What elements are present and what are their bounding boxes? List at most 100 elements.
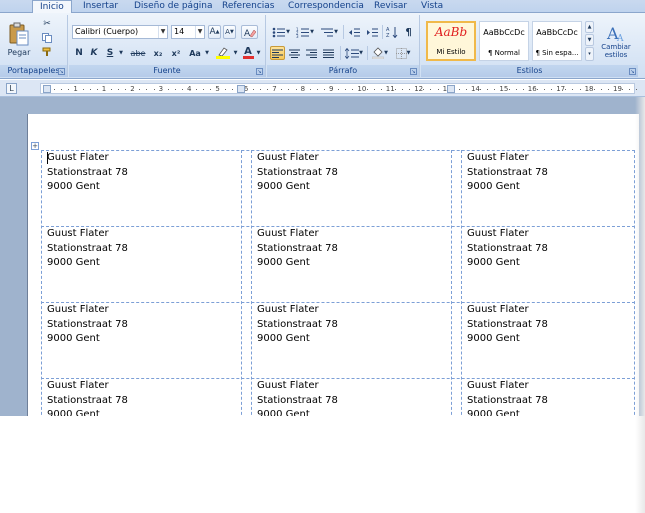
font-launcher-icon[interactable]: ↘: [256, 68, 263, 75]
ruler-tick: [345, 89, 347, 90]
styles-launcher-icon[interactable]: ↘: [629, 68, 636, 75]
underline-button[interactable]: S: [104, 46, 116, 60]
label-name: Guust Flater: [257, 152, 319, 163]
font-name-field[interactable]: Calibri (Cuerpo) ▼: [72, 25, 168, 39]
table-move-handle-icon[interactable]: +: [31, 142, 39, 150]
ruler-tick: [267, 89, 269, 90]
label-city: 9000 Gent: [467, 257, 520, 268]
bold-button[interactable]: N: [73, 46, 85, 60]
paste-icon: [9, 22, 29, 45]
style-normal[interactable]: AaBbCcDc ¶ Normal: [479, 21, 529, 61]
document-workspace: + Guust Flater Stationstraat 78 9000 Gent G…: [0, 97, 645, 513]
justify-button[interactable]: [321, 46, 336, 60]
superscript-button[interactable]: x²: [169, 46, 183, 60]
tab-selector-icon[interactable]: L: [6, 83, 17, 94]
ruler-tick: [89, 89, 91, 90]
ruler-tick: [629, 89, 631, 90]
subscript-button[interactable]: x₂: [151, 46, 165, 60]
tab-insertar[interactable]: Insertar: [83, 0, 118, 13]
ruler-column-marker[interactable]: [447, 85, 455, 93]
highlight-button[interactable]: [214, 46, 232, 60]
label-cell[interactable]: Guust Flater Stationstraat 78 9000 Gent: [47, 227, 237, 271]
cut-button[interactable]: ✂: [40, 18, 54, 30]
change-case-button[interactable]: Aa: [187, 46, 203, 60]
tab-vista[interactable]: Vista: [421, 0, 443, 13]
styles-more-button[interactable]: ▾: [585, 47, 594, 61]
font-size-field[interactable]: 14 ▼: [171, 25, 205, 39]
tab-inicio[interactable]: Inicio: [32, 0, 72, 14]
borders-icon: [395, 47, 407, 59]
label-cell[interactable]: Guust Flater Stationstraat 78 9000 Gent: [257, 379, 447, 416]
increase-indent-button[interactable]: [364, 25, 380, 39]
pilcrow-icon: ¶: [405, 26, 412, 38]
ruler-number: 18: [584, 85, 594, 93]
label-city: 9000 Gent: [257, 181, 310, 192]
change-styles-button[interactable]: AA Cambiar estilos: [597, 19, 635, 63]
style-sin-espaciado[interactable]: AaBbCcDc ¶ Sin espa...: [532, 21, 582, 61]
tab-revisar[interactable]: Revisar: [374, 0, 407, 13]
tab-referencias[interactable]: Referencias: [222, 0, 275, 13]
chevron-down-icon[interactable]: ▼: [232, 46, 239, 60]
chevron-down-icon[interactable]: ▼: [255, 46, 262, 60]
label-city: 9000 Gent: [257, 409, 310, 416]
grow-font-button[interactable]: A ▲: [208, 25, 221, 39]
decrease-indent-button[interactable]: [346, 25, 362, 39]
label-cell[interactable]: Guust Flater Stationstraat 78 9000 Gent: [257, 303, 447, 347]
label-cell[interactable]: Guust Flater Stationstraat 78 9000 Gent: [47, 303, 237, 347]
ruler-column-marker[interactable]: [43, 85, 51, 93]
strikethrough-button[interactable]: abe: [129, 46, 147, 60]
label-cell[interactable]: Guust Flater Stationstraat 78 9000 Gent: [257, 151, 447, 195]
label-cell[interactable]: Guust Flater Stationstraat 78 9000 Gent: [47, 379, 237, 416]
show-marks-button[interactable]: ¶: [401, 25, 416, 39]
label-cell[interactable]: Guust Flater Stationstraat 78 9000 Gent: [467, 227, 639, 271]
chevron-down-icon[interactable]: ▼: [203, 46, 211, 60]
font-color-button[interactable]: A: [241, 46, 255, 60]
label-cell[interactable]: Guust Flater Stationstraat 78 9000 Gent: [467, 151, 639, 195]
label-cell[interactable]: Guust Flater Stationstraat 78 9000 Gent: [47, 151, 237, 195]
bullets-button[interactable]: ▼: [270, 25, 292, 39]
borders-button[interactable]: ▼: [392, 46, 414, 60]
style-mi-estilo[interactable]: AaBb Mi Estilo: [426, 21, 476, 61]
ruler-column-marker[interactable]: [237, 85, 245, 93]
chevron-down-icon[interactable]: ▼: [158, 26, 167, 38]
align-left-button[interactable]: [270, 46, 285, 60]
label-cell[interactable]: Guust Flater Stationstraat 78 9000 Gent: [467, 303, 639, 347]
clipboard-launcher-icon[interactable]: ↘: [58, 68, 65, 75]
clear-format-button[interactable]: A: [241, 25, 258, 39]
tab-diseno-de-pagina[interactable]: Diseño de página: [134, 0, 213, 13]
document-page[interactable]: + Guust Flater Stationstraat 78 9000 Gent G…: [27, 114, 639, 416]
format-painter-button[interactable]: [40, 46, 54, 58]
align-right-button[interactable]: [304, 46, 319, 60]
sort-button[interactable]: AZ: [384, 25, 399, 39]
paste-button[interactable]: Pegar: [2, 17, 36, 61]
ruler-number: 3: [158, 85, 164, 93]
italic-button[interactable]: K: [88, 46, 100, 60]
label-city: 9000 Gent: [467, 181, 520, 192]
numbering-button[interactable]: 123 ▼: [294, 25, 316, 39]
copy-button[interactable]: [40, 32, 54, 44]
ruler-tick: [252, 89, 254, 90]
chevron-down-icon[interactable]: ▼: [117, 46, 125, 60]
label-cell[interactable]: Guust Flater Stationstraat 78 9000 Gent: [257, 227, 447, 271]
multilevel-list-button[interactable]: ▼: [318, 25, 340, 39]
ruler-tick: [68, 89, 70, 90]
align-center-button[interactable]: [287, 46, 302, 60]
ruler-strip[interactable]: 2112345678910111213141516171819: [40, 83, 638, 94]
styles-group-label: Estilos: [421, 65, 638, 77]
label-name: Guust Flater: [257, 380, 319, 391]
paragraph-launcher-icon[interactable]: ↘: [410, 68, 417, 75]
paragraph-group: ▼ 123 ▼ ▼ AZ ¶ ▼ ▼ ▼ Párrafo ↘: [267, 15, 420, 77]
ruler-tick: [203, 89, 205, 90]
tab-correspondencia[interactable]: Correspondencia: [288, 0, 364, 13]
styles-scroll-up-button[interactable]: ▲: [585, 21, 594, 33]
change-styles-icon: AA: [606, 24, 624, 43]
styles-scroll-down-button[interactable]: ▼: [585, 34, 594, 46]
chevron-down-icon[interactable]: ▼: [195, 26, 204, 38]
line-spacing-button[interactable]: ▼: [343, 46, 365, 60]
horizontal-ruler[interactable]: L 2112345678910111213141516171819: [0, 80, 645, 97]
label-cell[interactable]: Guust Flater Stationstraat 78 9000 Gent: [467, 379, 639, 416]
shading-button[interactable]: ▼: [369, 46, 391, 60]
ruler-tick: [260, 89, 261, 90]
shrink-font-button[interactable]: A ▼: [223, 25, 236, 39]
ruler-tick: [61, 89, 63, 90]
